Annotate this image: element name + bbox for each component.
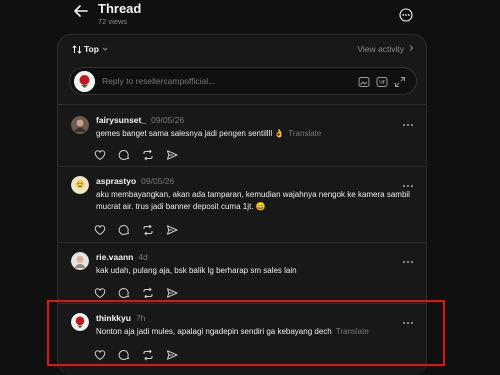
avatar: [74, 71, 95, 92]
more-icon[interactable]: [402, 314, 414, 324]
avatar[interactable]: [71, 116, 89, 134]
chevron-right-icon: [408, 44, 414, 54]
sort-bar: Top View activity: [58, 35, 426, 63]
view-count: 72 views: [98, 17, 128, 26]
timestamp: 09/05/26: [141, 176, 175, 186]
repost-icon[interactable]: [142, 348, 154, 361]
comment-icon[interactable]: [118, 286, 130, 298]
chevron-down-icon: [101, 45, 109, 53]
expand-icon[interactable]: [394, 75, 406, 87]
comment-username[interactable]: fairysunset_ 09/05/26: [96, 115, 184, 125]
share-icon[interactable]: [166, 286, 178, 298]
repost-icon[interactable]: [142, 148, 154, 161]
share-icon[interactable]: [166, 223, 178, 235]
comment-username[interactable]: rie.vaann 4d: [96, 252, 148, 262]
comment-body: kak udah, pulang aja, bsk balik lg berha…: [96, 266, 297, 275]
comment-text: Nonton aja jadi mules, apalagi ngadepin …: [96, 326, 411, 338]
share-icon[interactable]: [166, 348, 178, 360]
more-icon[interactable]: [402, 116, 414, 126]
page-title: Thread: [98, 1, 142, 16]
translate-link[interactable]: Translate: [288, 129, 321, 138]
comment-username[interactable]: thinkkyu 7h: [96, 313, 145, 323]
share-icon[interactable]: [166, 148, 178, 160]
comment-body: gemes banget sama salesnya jadi pengen s…: [96, 129, 285, 138]
username[interactable]: thinkkyu: [96, 313, 131, 323]
username[interactable]: asprastyo: [96, 176, 136, 186]
timestamp: 7h: [135, 313, 146, 323]
avatar[interactable]: [71, 313, 89, 331]
comment-icon[interactable]: [118, 223, 130, 235]
comment-icon[interactable]: [118, 148, 130, 160]
more-options-icon[interactable]: [399, 8, 413, 22]
heart-icon[interactable]: [94, 348, 106, 361]
sort-dropdown[interactable]: Top: [72, 44, 109, 54]
heart-icon[interactable]: [94, 286, 106, 299]
reply-placeholder: Reply to resellercampofficial...: [102, 76, 216, 86]
sort-label: Top: [84, 44, 99, 54]
timestamp: 4d: [138, 252, 148, 262]
gif-icon[interactable]: [376, 75, 388, 87]
timestamp: 09/05/26: [151, 115, 185, 125]
comment-text: kak udah, pulang aja, bsk balik lg berha…: [96, 265, 411, 277]
heart-icon[interactable]: [94, 148, 106, 161]
more-icon[interactable]: [402, 253, 414, 263]
action-bar: [94, 148, 178, 161]
username[interactable]: fairysunset_: [96, 115, 146, 125]
list-item: rie.vaann 4d kak udah, pulang aja, bsk ba…: [58, 242, 426, 303]
more-icon[interactable]: [402, 177, 414, 187]
heart-icon[interactable]: [94, 223, 106, 236]
avatar[interactable]: [71, 252, 89, 270]
action-bar: [94, 286, 178, 299]
translate-link[interactable]: Translate: [336, 327, 369, 336]
comment-icon[interactable]: [118, 348, 130, 360]
username[interactable]: rie.vaann: [96, 252, 133, 262]
thread-heading: Thread 72 views: [98, 1, 142, 27]
list-item: thinkkyu 7h Nonton aja jadi mules, apalag…: [58, 303, 426, 375]
list-item: fairysunset_ 09/05/26 gemes banget sama s…: [58, 104, 426, 166]
reply-input[interactable]: Reply to resellercampofficial...: [69, 67, 417, 95]
comment-text: aku membayangkan, akan ada tamparan, kem…: [96, 189, 411, 213]
avatar[interactable]: [71, 176, 89, 194]
image-icon[interactable]: [358, 75, 370, 87]
action-bar: [94, 348, 178, 361]
comment-body: Nonton aja jadi mules, apalagi ngadepin …: [96, 327, 332, 336]
sort-icon: [72, 44, 82, 54]
view-activity-link[interactable]: View activity: [357, 44, 414, 54]
action-bar: [94, 223, 178, 236]
comment-username[interactable]: asprastyo 09/05/26: [96, 176, 174, 186]
list-item: asprastyo 09/05/26 aku membayangkan, akan…: [58, 166, 426, 242]
thread-panel: Top View activity Reply to resellercampo…: [57, 34, 427, 375]
comment-text: gemes banget sama salesnya jadi pengen s…: [96, 128, 411, 140]
repost-icon[interactable]: [142, 286, 154, 299]
repost-icon[interactable]: [142, 223, 154, 236]
top-bar: Thread 72 views: [0, 0, 500, 34]
view-activity-label: View activity: [357, 44, 404, 54]
comment-body: aku membayangkan, akan ada tamparan, kem…: [96, 190, 410, 211]
back-arrow-icon[interactable]: [72, 2, 90, 20]
reply-toolbar: [358, 75, 406, 87]
